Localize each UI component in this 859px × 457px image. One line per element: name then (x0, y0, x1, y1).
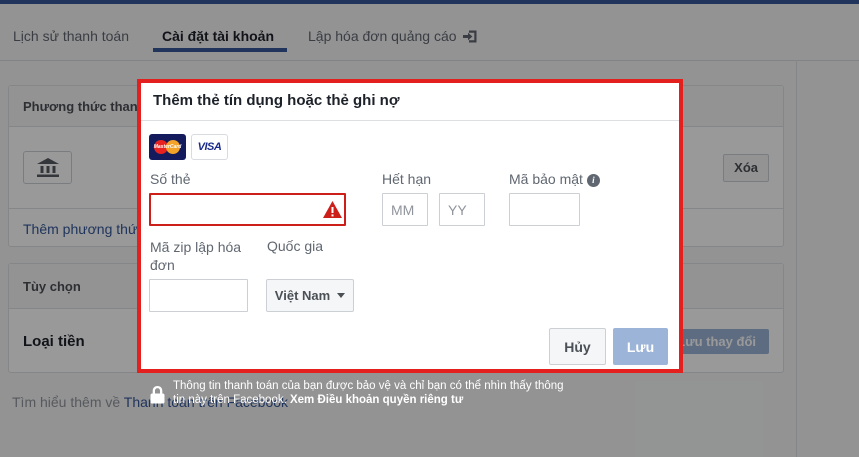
payment-settings-page: Lịch sử thanh toán Cài đặt tài khoản Lập… (0, 0, 859, 457)
expiry-label: Hết hạn (382, 171, 431, 187)
security-note-line2: tin này trên Facebook. (173, 394, 290, 406)
info-icon[interactable]: i (587, 174, 600, 187)
modal-title: Thêm thẻ tín dụng hoặc thẻ ghi nợ (153, 92, 399, 109)
security-code-input[interactable] (509, 193, 580, 226)
expiry-month-input[interactable] (382, 193, 428, 226)
cancel-button[interactable]: Hủy (549, 328, 606, 365)
visa-logo-text: VISA (198, 141, 222, 153)
billing-zip-input[interactable] (149, 279, 248, 312)
add-card-modal: Thêm thẻ tín dụng hoặc thẻ ghi nợ Master… (137, 79, 683, 373)
security-code-label: Mã bảo mật i (509, 171, 600, 187)
secure-lock-icon (150, 386, 165, 409)
chevron-down-icon (337, 293, 345, 298)
save-button[interactable]: Lưu (613, 328, 668, 365)
security-note-line1: Thông tin thanh toán của bạn được bảo vệ… (173, 380, 564, 394)
visa-logo: VISA (191, 134, 228, 160)
security-code-label-text: Mã bảo mật (509, 171, 583, 187)
card-number-label: Số thẻ (150, 171, 190, 187)
mastercard-logo: MasterCard (149, 134, 186, 160)
modal-title-divider (141, 120, 679, 121)
country-dropdown[interactable]: Việt Nam (266, 279, 354, 312)
billing-zip-label: Mã zip lập hóa đơn (150, 238, 262, 274)
card-number-error-icon (323, 201, 342, 218)
expiry-year-input[interactable] (439, 193, 485, 226)
privacy-terms-link[interactable]: Xem Điều khoản quyền riêng tư (290, 394, 463, 406)
card-number-input[interactable] (149, 193, 346, 226)
country-dropdown-value: Việt Nam (275, 288, 330, 303)
mastercard-logo-text: MasterCard (149, 144, 186, 150)
payment-security-note: Thông tin thanh toán của bạn được bảo vệ… (173, 380, 564, 407)
country-label: Quốc gia (267, 238, 323, 254)
